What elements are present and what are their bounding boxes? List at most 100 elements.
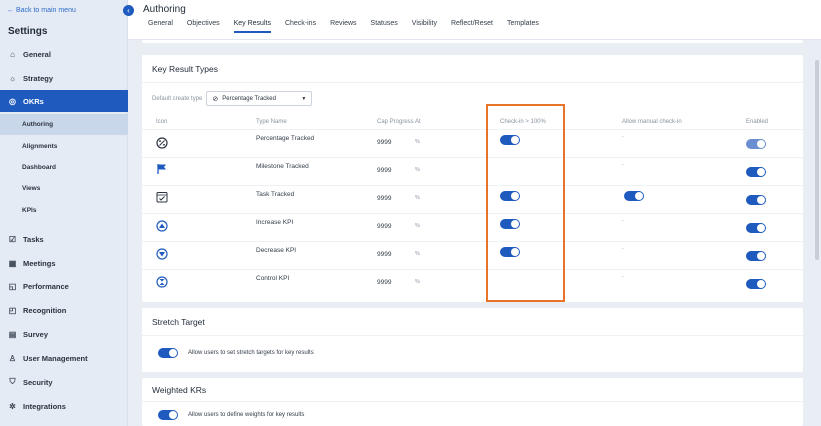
default-type-label: Default create type: [152, 95, 203, 102]
tab-bar: General Objectives Key Results Check-ins…: [148, 20, 539, 33]
sidebar-item-general[interactable]: ⌂ General: [0, 43, 128, 65]
sidebar-item-recognition[interactable]: ◰ Recognition: [0, 299, 128, 321]
target-icon: ◎: [9, 96, 16, 106]
tab-templates[interactable]: Templates: [507, 20, 539, 33]
percent-unit: %: [415, 251, 420, 257]
sidebar-item-integrations[interactable]: ✲ Integrations: [0, 395, 128, 417]
percent-unit: %: [415, 139, 420, 145]
tab-key-results[interactable]: Key Results: [233, 20, 271, 33]
tab-statuses[interactable]: Statuses: [371, 20, 398, 33]
checkin-over-100-toggle[interactable]: [500, 135, 520, 145]
sidebar-item-label: Security: [23, 377, 53, 387]
default-type-value: Percentage Tracked: [222, 95, 276, 102]
sidebar-subitem-dashboard[interactable]: Dashboard: [0, 157, 128, 178]
settings-title: Settings: [8, 26, 48, 37]
sidebar-item-label: Integrations: [23, 401, 66, 411]
enabled-toggle[interactable]: [746, 195, 766, 205]
page-scrollbar[interactable]: [815, 60, 819, 260]
table-row: Task Tracked 9999 %: [142, 185, 803, 213]
column-header-icon: Icon: [156, 119, 168, 125]
manual-checkin-na: -: [622, 162, 624, 168]
sidebar-item-label: Survey: [23, 329, 49, 339]
stretch-target-option: Allow users to set stretch targets for k…: [158, 348, 314, 358]
percent-unit: %: [415, 195, 420, 201]
control-kpi-icon: [156, 276, 168, 288]
sidebar-item-label: Meetings: [23, 258, 56, 268]
sidebar-subitem-kpis[interactable]: KPIs: [0, 200, 128, 221]
sidebar: ← Back to main menu Settings ⌂ General ☼…: [0, 0, 128, 426]
tab-visibility[interactable]: Visibility: [412, 20, 437, 33]
cap-value-input[interactable]: 9999: [377, 167, 391, 174]
checklist-icon: ☑: [8, 234, 17, 244]
checkin-over-100-toggle[interactable]: [500, 247, 520, 257]
manual-checkin-toggle[interactable]: [624, 191, 644, 201]
type-name: Control KPI: [256, 275, 290, 282]
tab-check-ins[interactable]: Check-ins: [285, 20, 316, 33]
clipboard-icon: ▤: [8, 329, 17, 339]
manual-checkin-na: -: [622, 134, 624, 140]
sidebar-item-performance[interactable]: ◱ Performance: [0, 275, 128, 297]
type-name: Task Tracked: [256, 191, 295, 198]
tab-reflect-reset[interactable]: Reflect/Reset: [451, 20, 493, 33]
sidebar-item-label: General: [23, 49, 51, 59]
sidebar-item-security[interactable]: ⛉ Security: [0, 371, 128, 393]
sidebar-subitem-alignments[interactable]: Alignments: [0, 136, 128, 157]
back-to-main-menu-link[interactable]: ← Back to main menu: [7, 7, 76, 14]
bulb-icon: ☼: [8, 73, 17, 83]
percent-unit: %: [415, 223, 420, 229]
increase-kpi-icon: [156, 220, 168, 232]
table-row: Percentage Tracked 9999 % -: [142, 129, 803, 157]
sidebar-item-okrs[interactable]: ◎ OKRs: [0, 90, 128, 112]
sidebar-item-survey[interactable]: ▤ Survey: [0, 323, 128, 345]
sidebar-item-meetings[interactable]: ▦ Meetings: [0, 252, 128, 274]
column-header-enabled: Enabled: [746, 119, 769, 125]
enabled-toggle[interactable]: [746, 279, 766, 289]
column-header-checkin-over: Check-in > 100%: [500, 119, 546, 125]
sidebar-item-tasks[interactable]: ☑ Tasks: [0, 228, 128, 250]
type-name: Increase KPI: [256, 219, 294, 226]
home-icon: ⌂: [10, 49, 15, 59]
chart-icon: ◱: [8, 281, 17, 291]
percentage-icon: [156, 137, 168, 149]
task-checklist-icon: [156, 192, 168, 203]
table-row: Decrease KPI 9999 % -: [142, 241, 803, 269]
previous-card-edge: [142, 40, 803, 43]
enabled-toggle[interactable]: [746, 167, 766, 177]
enabled-toggle[interactable]: [746, 139, 766, 149]
column-header-manual-checkin: Allow manual check-in: [622, 119, 682, 125]
checkin-over-100-toggle[interactable]: [500, 191, 520, 201]
page-header: Authoring General Objectives Key Results…: [128, 0, 821, 40]
decrease-kpi-icon: [156, 248, 168, 260]
tab-objectives[interactable]: Objectives: [187, 20, 220, 33]
checkin-over-100-toggle[interactable]: [500, 219, 520, 229]
column-header-cap-progress: Cap Progress At: [377, 119, 421, 125]
tab-reviews[interactable]: Reviews: [330, 20, 356, 33]
sidebar-item-strategy[interactable]: ☼ Strategy: [0, 67, 128, 89]
table-row: Milestone Tracked 9999 % -: [142, 157, 803, 185]
sidebar-subitem-views[interactable]: Views: [0, 178, 128, 199]
sidebar-subitem-authoring[interactable]: Authoring: [0, 114, 128, 135]
cap-value-input[interactable]: 9999: [377, 251, 391, 258]
weighted-krs-toggle[interactable]: [158, 410, 178, 420]
stretch-target-toggle[interactable]: [158, 348, 178, 358]
cap-value-input[interactable]: 9999: [377, 139, 391, 146]
enabled-toggle[interactable]: [746, 251, 766, 261]
weighted-krs-card: Weighted KRs Allow users to define weigh…: [142, 378, 803, 426]
manual-checkin-na: -: [622, 246, 624, 252]
shield-icon: ⛉: [9, 377, 16, 386]
card-title: Stretch Target: [142, 308, 803, 336]
enabled-toggle[interactable]: [746, 223, 766, 233]
cap-value-input[interactable]: 9999: [377, 223, 391, 230]
manual-checkin-na: -: [622, 274, 624, 280]
tab-general[interactable]: General: [148, 20, 173, 33]
type-name: Percentage Tracked: [256, 135, 315, 142]
cap-value-input[interactable]: 9999: [377, 279, 391, 286]
sidebar-item-user-management[interactable]: ♙ User Management: [0, 347, 128, 369]
flag-icon: [157, 164, 166, 174]
plug-icon: ✲: [9, 401, 16, 411]
cap-value-input[interactable]: 9999: [377, 195, 391, 202]
percent-icon: ⊘: [212, 95, 219, 103]
card-title: Key Result Types: [142, 55, 803, 83]
default-type-select[interactable]: ⊘ Percentage Tracked ▼: [206, 91, 313, 106]
collapse-sidebar-button[interactable]: ‹: [123, 5, 134, 16]
